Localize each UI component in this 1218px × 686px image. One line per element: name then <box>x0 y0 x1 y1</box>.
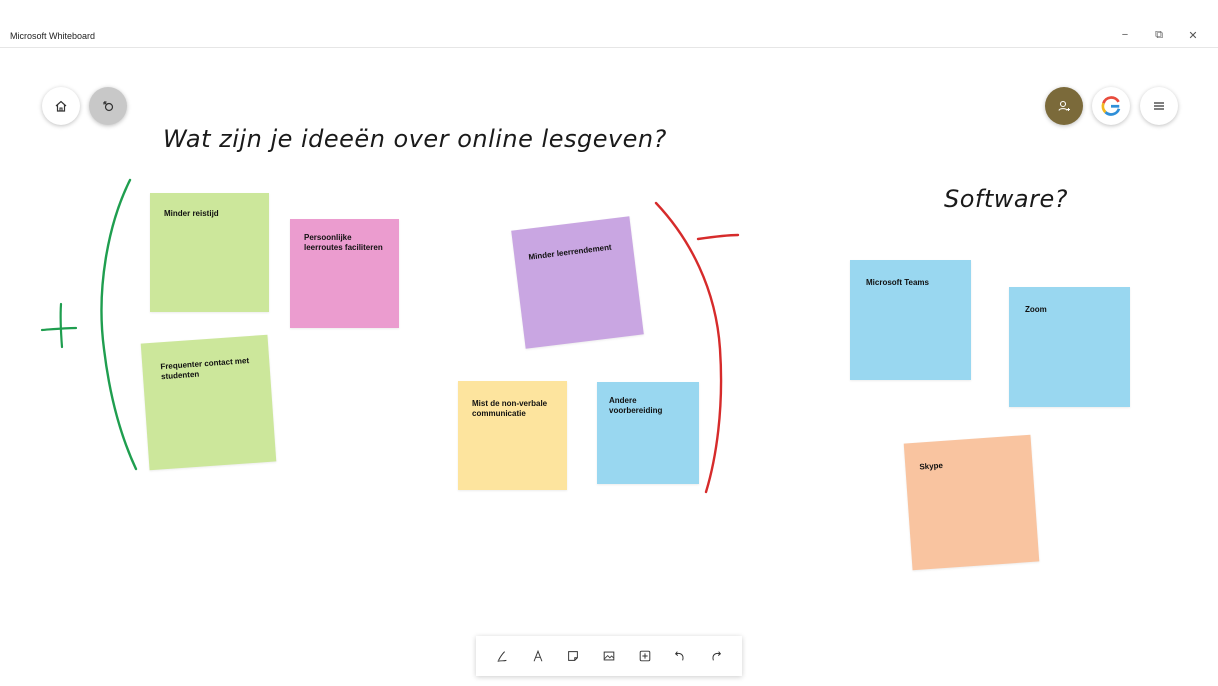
creation-toolbar <box>476 636 742 676</box>
title-bar: Microsoft Whiteboard − ⧉ ✕ <box>0 0 1218 48</box>
pen-tool[interactable] <box>490 644 514 668</box>
back-to-content-icon <box>103 101 114 112</box>
hamburger-menu-icon <box>1154 102 1164 110</box>
software-heading[interactable]: Software? <box>944 185 1068 213</box>
menu-button[interactable] <box>1140 87 1178 125</box>
ink-plus-vertical <box>59 302 64 349</box>
pen-icon <box>497 651 507 662</box>
undo-icon <box>675 651 684 661</box>
add-icon <box>639 650 650 662</box>
ink-plus-horizontal <box>40 326 78 332</box>
person-add-icon <box>1058 100 1070 111</box>
sticky-note-tool[interactable] <box>561 644 585 668</box>
redo-button[interactable] <box>704 644 728 668</box>
sticky-note-icon <box>568 651 579 661</box>
add-tool[interactable] <box>633 644 657 668</box>
restore-button[interactable]: ⧉ <box>1142 24 1176 46</box>
sticky-note[interactable]: Microsoft Teams <box>850 260 971 380</box>
whiteboard-canvas[interactable]: Wat zijn je ideeën over online lesgeven?… <box>0 49 1218 686</box>
undo-button[interactable] <box>668 644 692 668</box>
app-title: Microsoft Whiteboard <box>10 31 96 41</box>
sticky-note[interactable]: Minder leerrendement <box>511 216 644 349</box>
home-icon <box>55 100 67 112</box>
minimize-button[interactable]: − <box>1108 24 1142 46</box>
sticky-note[interactable]: Mist de non-verbale communicatie <box>458 381 567 490</box>
brand-logo-icon <box>1101 96 1121 116</box>
brand-button[interactable] <box>1092 87 1130 125</box>
text-tool[interactable] <box>526 644 550 668</box>
board-heading[interactable]: Wat zijn je ideeën over online lesgeven? <box>163 125 667 153</box>
redo-icon <box>712 651 722 661</box>
close-button[interactable]: ✕ <box>1176 24 1210 46</box>
whiteboard-window: Microsoft Whiteboard − ⧉ ✕ Wat zijn je i… <box>0 0 1218 686</box>
back-to-content-button[interactable] <box>89 87 127 125</box>
text-icon <box>533 649 542 662</box>
image-icon <box>603 651 615 661</box>
home-button[interactable] <box>42 87 80 125</box>
invite-button[interactable] <box>1045 87 1083 125</box>
window-controls: − ⧉ ✕ <box>1108 24 1210 46</box>
sticky-note[interactable]: Persoonlijke leerroutes faciliteren <box>290 219 399 328</box>
ink-green-bracket <box>100 178 138 471</box>
ink-minus <box>696 233 740 241</box>
sticky-note[interactable]: Skype <box>903 434 1040 571</box>
sticky-note[interactable]: Andere voorbereiding <box>597 382 699 484</box>
sticky-note[interactable]: Zoom <box>1009 287 1130 407</box>
sticky-note[interactable]: Minder reistijd <box>150 193 269 312</box>
image-tool[interactable] <box>597 644 621 668</box>
sticky-note[interactable]: Frequenter contact met studenten <box>140 334 277 471</box>
